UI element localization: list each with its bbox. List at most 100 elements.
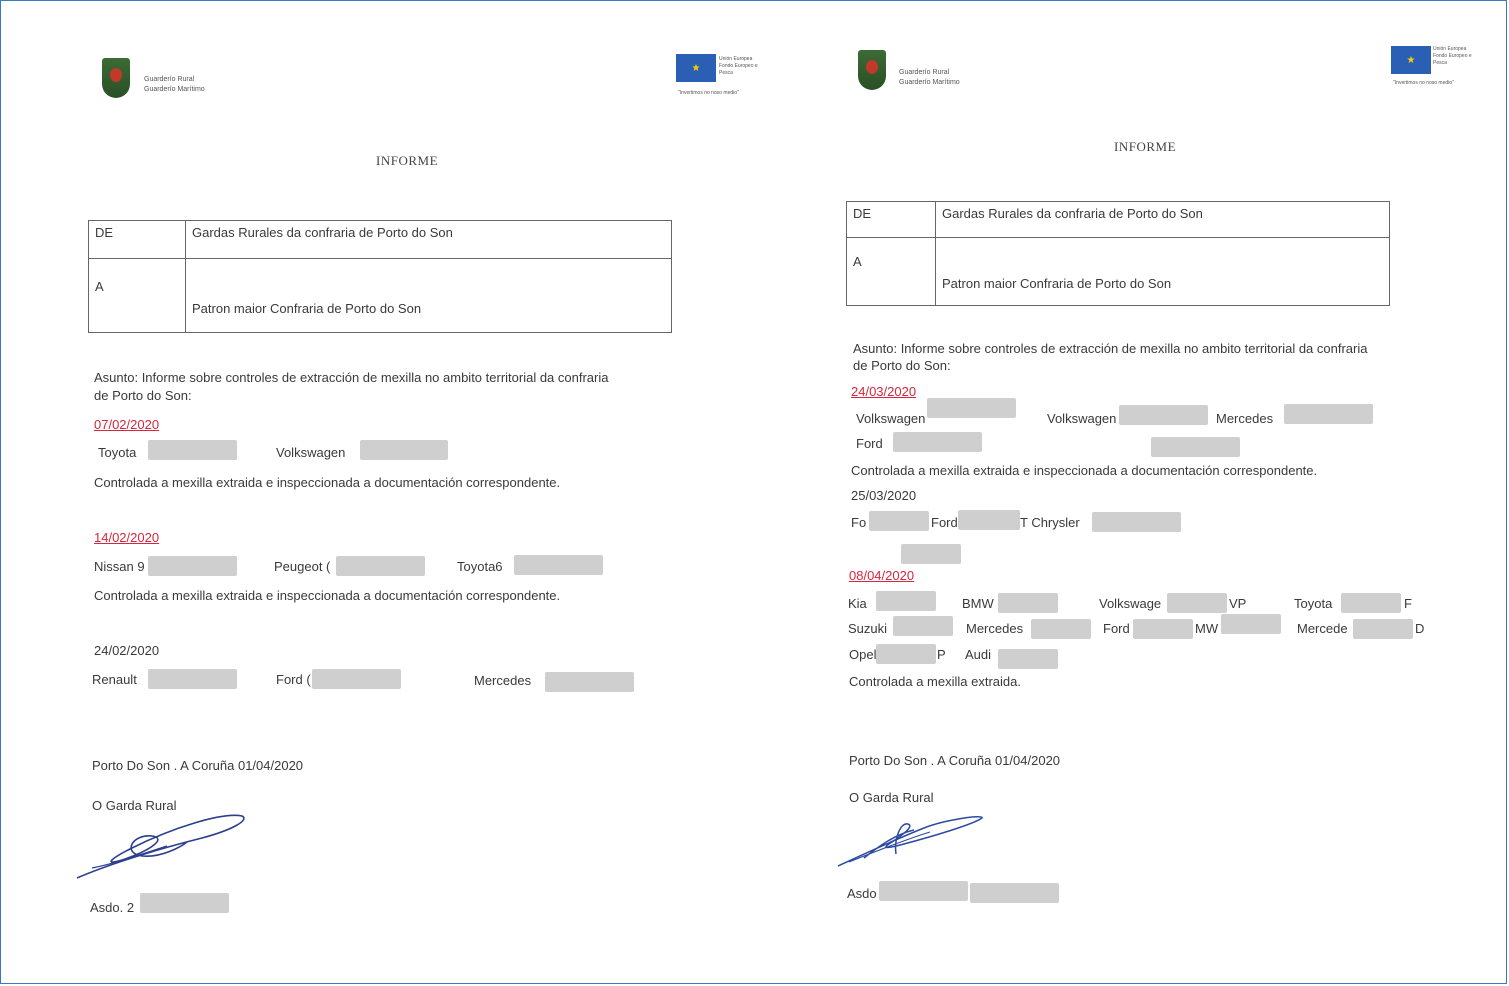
vehicle-label: F — [1404, 596, 1412, 611]
redacted-plate — [1133, 619, 1193, 639]
vehicle-label: Mercedes — [966, 621, 1024, 636]
redacted-plate — [148, 556, 237, 576]
vehicle-label: Mercedes — [474, 673, 532, 688]
org-name: Guarderío Rural Guarderío Marítimo — [899, 68, 960, 88]
document-page-right: Guarderío Rural Guarderío Marítimo ★ Uni… — [750, 0, 1509, 986]
signature-drawing — [837, 815, 983, 867]
document-page-left: Guarderío Rural Guarderío Marítimo ★ Uni… — [0, 0, 758, 986]
eu-line: Fondo Europeo e — [1433, 53, 1472, 59]
entry-date: 24/02/2020 — [94, 643, 160, 658]
redacted-plate — [360, 440, 448, 460]
control-note: Controlada a mexilla extraida e inspecci… — [851, 463, 1318, 478]
eu-line: Unión Europea — [1433, 46, 1467, 52]
a-label: A — [88, 258, 186, 333]
place-and-date: Porto Do Son . A Coruña 01/04/2020 — [92, 758, 304, 773]
redacted-plate — [927, 398, 1016, 418]
control-note: Controlada a mexilla extraida e inspecci… — [94, 588, 561, 603]
vehicle-label: Mercedes — [1216, 411, 1274, 426]
vehicle-label: Toyota — [98, 445, 137, 460]
shield-logo-icon — [102, 58, 130, 98]
entry-date: 14/02/2020 — [94, 530, 160, 545]
signature-drawing — [76, 814, 245, 879]
redacted-plate — [893, 616, 953, 636]
vehicle-label: Kia — [848, 596, 867, 611]
redacted-plate — [514, 555, 603, 575]
vehicle-label: Mercede — [1297, 621, 1348, 636]
entry-date: 24/03/2020 — [851, 384, 917, 399]
org-line-2: Guarderío Marítimo — [144, 86, 205, 93]
redacted-plate — [998, 649, 1058, 669]
eu-text: Unión Europea Fondo Europeo e Pesca — [1433, 46, 1472, 67]
vehicle-label: Ford ( — [276, 672, 311, 687]
vehicle-label: Volkswagen — [276, 445, 346, 460]
redacted-name — [970, 883, 1059, 903]
document-title: INFORME — [1114, 139, 1177, 154]
vehicle-label: Volkswagen — [856, 411, 926, 426]
redacted-plate — [312, 669, 401, 689]
vehicle-label: VP — [1229, 596, 1247, 611]
redacted-plate — [958, 510, 1020, 530]
redacted-plate — [1221, 614, 1281, 634]
vehicle-label: Volkswagen — [1047, 411, 1117, 426]
entry-date: 25/03/2020 — [851, 488, 917, 503]
redacted-name — [879, 881, 968, 901]
subject-line-1: Asunto: Informe sobre controles de extra… — [853, 341, 1368, 356]
redacted-plate — [148, 669, 237, 689]
redacted-plate — [1031, 619, 1091, 639]
redacted-plate — [1353, 619, 1413, 639]
shield-logo-icon — [858, 50, 886, 90]
eu-tagline: "Invertimos no noso medio" — [1393, 80, 1454, 86]
document-title: INFORME — [376, 153, 439, 168]
vehicle-label: Renault — [92, 672, 137, 687]
vehicle-label: D — [1415, 621, 1425, 636]
org-line-1: Guarderío Rural — [899, 69, 950, 76]
redacted-plate — [336, 556, 425, 576]
org-name: Guarderío Rural Guarderío Marítimo — [144, 75, 205, 95]
redacted-plate — [1119, 405, 1208, 425]
redacted-plate — [893, 432, 982, 452]
vehicle-label: Ford — [1103, 621, 1130, 636]
a-value: Patron maior Confraria de Porto do Son — [935, 237, 1390, 306]
vehicle-label: Ford — [931, 515, 958, 530]
redacted-plate — [876, 644, 936, 664]
header-table: DE Gardas Rurales da confraria de Porto … — [846, 201, 1390, 306]
vehicle-label: Audi — [965, 647, 992, 662]
control-note: Controlada a mexilla extraida. — [849, 674, 1021, 689]
redacted-plate — [148, 440, 237, 460]
redacted-plate — [1167, 593, 1227, 613]
org-line-2: Guarderío Marítimo — [899, 79, 960, 86]
a-value: Patron maior Confraria de Porto do Son — [185, 258, 672, 333]
vehicle-label: MW — [1195, 621, 1219, 636]
redacted-plate — [876, 591, 936, 611]
subject-line-2: de Porto do Son: — [94, 388, 192, 403]
vehicle-label: T Chrysler — [1020, 515, 1080, 530]
vehicle-label: Nissan 9 — [94, 559, 145, 574]
eu-line: Pesca — [1433, 60, 1447, 66]
vehicle-label: Opel — [849, 647, 877, 662]
redacted-plate — [1341, 593, 1401, 613]
vehicle-label: Peugeot ( — [274, 559, 331, 574]
redacted-plate — [1092, 512, 1181, 532]
org-line-1: Guarderío Rural — [144, 76, 195, 83]
vehicle-label: Volkswage — [1099, 596, 1162, 611]
redacted-plate — [869, 511, 929, 531]
subject-line-2: de Porto do Son: — [853, 358, 951, 373]
vehicle-label: BMW — [962, 596, 994, 611]
redacted-plate — [545, 672, 634, 692]
eu-flag-icon: ★ — [1391, 46, 1431, 74]
eu-tagline: "Invertimos no noso medio" — [678, 90, 739, 96]
place-and-date: Porto Do Son . A Coruña 01/04/2020 — [849, 753, 1061, 768]
de-label: DE — [88, 220, 186, 259]
vehicle-label: Ford — [856, 436, 883, 451]
control-note: Controlada a mexilla extraida e inspecci… — [94, 475, 561, 490]
vehicle-label: Toyota — [1294, 596, 1333, 611]
redacted-plate — [901, 544, 961, 564]
a-label: A — [846, 237, 936, 306]
vehicle-label: Fo — [851, 515, 867, 530]
eu-flag-icon: ★ — [676, 54, 716, 82]
entry-date: 07/02/2020 — [94, 417, 160, 432]
signed-by-label: Asdo. 2 — [90, 900, 135, 915]
signer-title: O Garda Rural — [849, 790, 934, 805]
vehicle-label: Toyota6 — [457, 559, 503, 574]
signed-by-label: Asdo — [847, 886, 877, 901]
